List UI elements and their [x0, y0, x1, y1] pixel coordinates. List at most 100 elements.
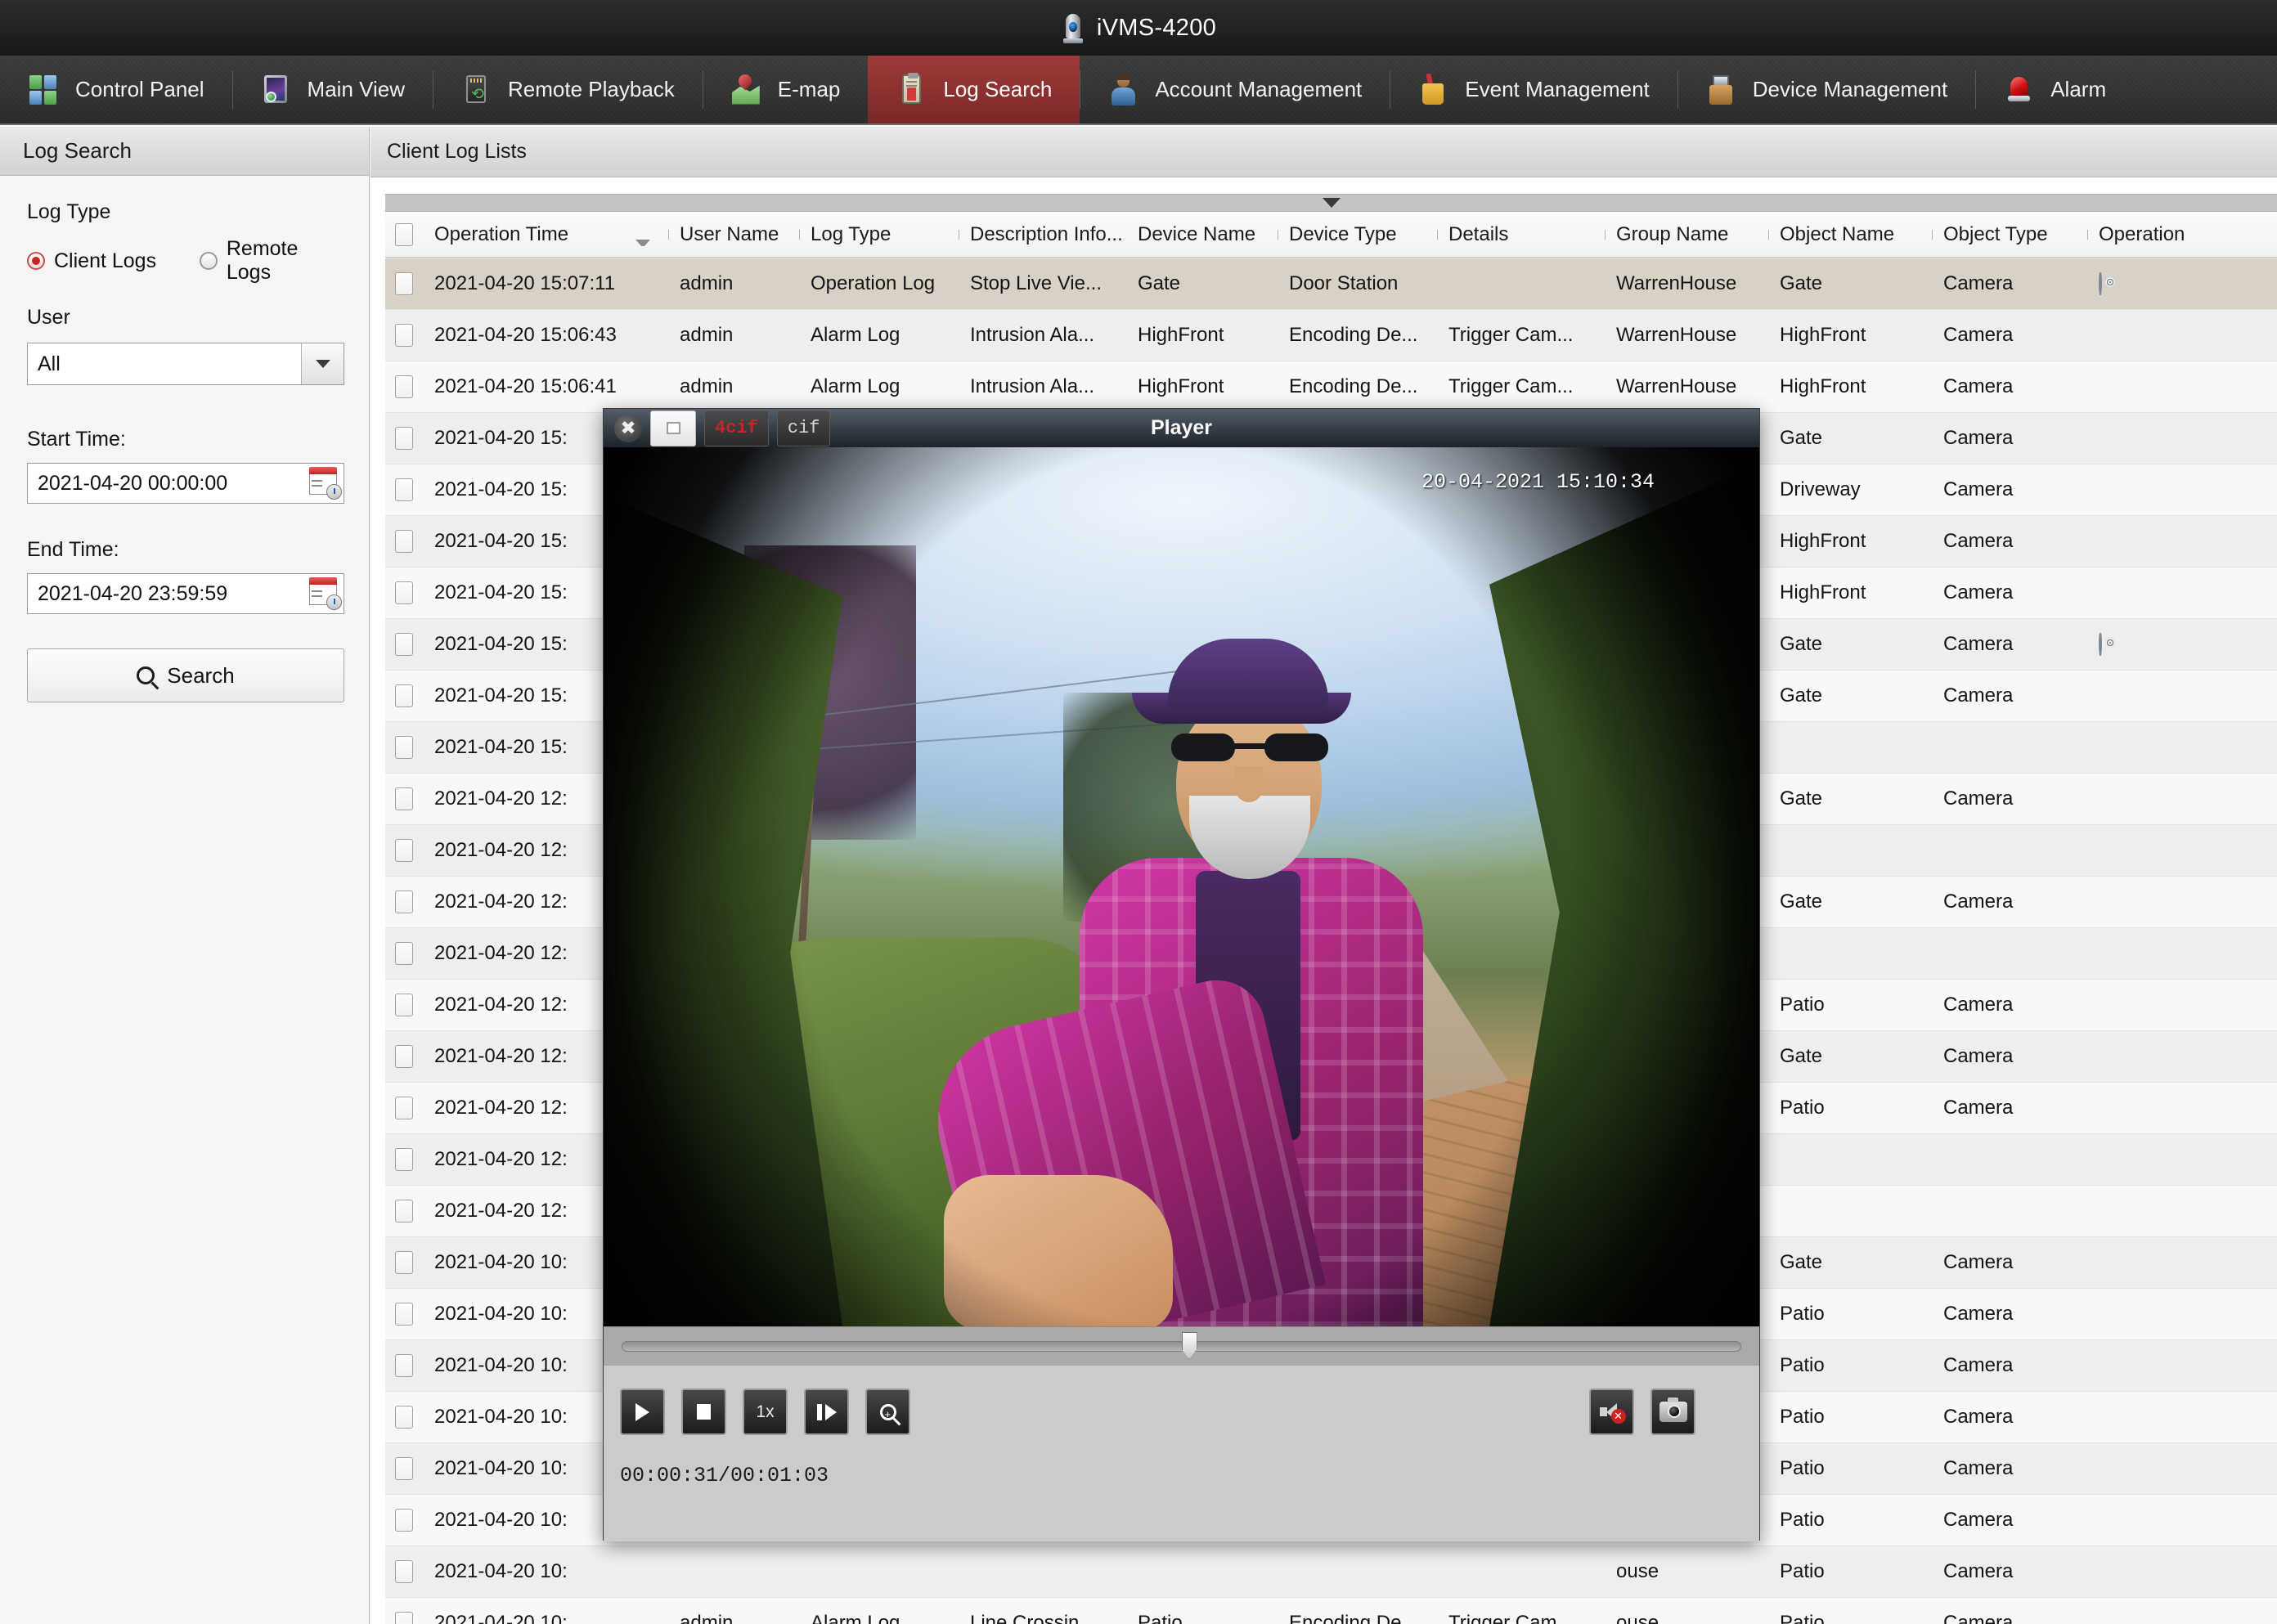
select-all-cell[interactable]: [385, 223, 423, 246]
row-checkbox[interactable]: [395, 891, 413, 913]
chevron-down-icon[interactable]: [1323, 198, 1341, 208]
row-checkbox[interactable]: [395, 839, 413, 862]
video-icon[interactable]: [2099, 633, 2102, 656]
row-checkbox[interactable]: [395, 1148, 413, 1171]
row-select-cell[interactable]: [385, 272, 423, 295]
row-checkbox[interactable]: [395, 633, 413, 656]
row-checkbox[interactable]: [395, 427, 413, 450]
end-time-input[interactable]: 2021-04-20 23:59:59: [27, 573, 344, 614]
menu-item-alarm[interactable]: Alarm: [1975, 56, 2134, 123]
row-checkbox[interactable]: [395, 1560, 413, 1583]
col-description[interactable]: Description Info...: [959, 223, 1126, 246]
row-select-cell[interactable]: [385, 1457, 423, 1480]
row-checkbox[interactable]: [395, 736, 413, 759]
close-icon[interactable]: ✖: [614, 415, 642, 442]
video-icon[interactable]: [2099, 272, 2102, 295]
speed-button[interactable]: 1x: [743, 1388, 788, 1435]
cell-operation[interactable]: [2087, 272, 2234, 295]
row-checkbox[interactable]: [395, 1612, 413, 1624]
snapshot-button[interactable]: [1650, 1388, 1695, 1435]
row-checkbox[interactable]: [395, 581, 413, 604]
col-details[interactable]: Details: [1437, 223, 1605, 246]
row-checkbox[interactable]: [395, 1303, 413, 1326]
row-checkbox[interactable]: [395, 530, 413, 553]
menu-item-log-search[interactable]: Log Search: [868, 56, 1080, 123]
digital-zoom-button[interactable]: +: [865, 1388, 910, 1435]
chevron-down-icon[interactable]: [301, 343, 344, 384]
stop-button[interactable]: [681, 1388, 726, 1435]
row-checkbox[interactable]: [395, 942, 413, 965]
cell-operation[interactable]: [2087, 633, 2234, 656]
audio-mute-button[interactable]: ✕: [1589, 1388, 1634, 1435]
row-select-cell[interactable]: [385, 478, 423, 501]
row-select-cell[interactable]: [385, 1560, 423, 1583]
row-select-cell[interactable]: [385, 839, 423, 862]
col-device-type[interactable]: Device Type: [1278, 223, 1437, 246]
col-operation-time[interactable]: Operation Time: [423, 223, 668, 246]
table-row[interactable]: 2021-04-20 10:ousePatioCamera: [385, 1546, 2277, 1598]
row-checkbox[interactable]: [395, 324, 413, 347]
row-select-cell[interactable]: [385, 1148, 423, 1171]
player-seekbar[interactable]: [604, 1326, 1759, 1366]
row-select-cell[interactable]: [385, 942, 423, 965]
col-group-name[interactable]: Group Name: [1605, 223, 1768, 246]
table-row[interactable]: 2021-04-20 10:adminAlarm LogLine Crossin…: [385, 1598, 2277, 1624]
row-checkbox[interactable]: [395, 684, 413, 707]
row-select-cell[interactable]: [385, 633, 423, 656]
search-button[interactable]: Search: [27, 648, 344, 702]
start-time-input[interactable]: 2021-04-20 00:00:00: [27, 463, 344, 504]
row-checkbox[interactable]: [395, 478, 413, 501]
row-checkbox[interactable]: [395, 994, 413, 1016]
player-video[interactable]: 20-04-2021 15:10:34: [604, 447, 1759, 1326]
row-select-cell[interactable]: [385, 787, 423, 810]
row-select-cell[interactable]: [385, 375, 423, 398]
col-operation[interactable]: Operation: [2087, 223, 2234, 246]
menu-item-event-management[interactable]: Event Management: [1390, 56, 1677, 123]
frame-step-button[interactable]: [804, 1388, 849, 1435]
row-select-cell[interactable]: [385, 891, 423, 913]
row-select-cell[interactable]: [385, 1406, 423, 1429]
row-checkbox[interactable]: [395, 787, 413, 810]
row-select-cell[interactable]: [385, 736, 423, 759]
table-row[interactable]: 2021-04-20 15:06:41adminAlarm LogIntrusi…: [385, 361, 2277, 413]
col-device-name[interactable]: Device Name: [1126, 223, 1278, 246]
column-chooser-bar[interactable]: [385, 194, 2277, 212]
row-select-cell[interactable]: [385, 1612, 423, 1624]
menu-item-account-management[interactable]: Account Management: [1080, 56, 1390, 123]
row-select-cell[interactable]: [385, 427, 423, 450]
row-select-cell[interactable]: [385, 1045, 423, 1068]
row-select-cell[interactable]: [385, 684, 423, 707]
menu-item-emap[interactable]: E-map: [703, 56, 869, 123]
table-row[interactable]: 2021-04-20 15:06:43adminAlarm LogIntrusi…: [385, 310, 2277, 361]
row-checkbox[interactable]: [395, 1097, 413, 1119]
row-select-cell[interactable]: [385, 530, 423, 553]
row-checkbox[interactable]: [395, 1354, 413, 1377]
player-window[interactable]: ✖ 4cif cif Player: [603, 408, 1760, 1541]
row-checkbox[interactable]: [395, 1251, 413, 1274]
row-checkbox[interactable]: [395, 1509, 413, 1532]
row-select-cell[interactable]: [385, 1509, 423, 1532]
calendar-icon[interactable]: [309, 467, 340, 498]
row-select-cell[interactable]: [385, 1200, 423, 1222]
row-select-cell[interactable]: [385, 324, 423, 347]
col-log-type[interactable]: Log Type: [799, 223, 959, 246]
row-checkbox[interactable]: [395, 1406, 413, 1429]
row-select-cell[interactable]: [385, 994, 423, 1016]
row-select-cell[interactable]: [385, 1354, 423, 1377]
seek-thumb[interactable]: [1182, 1332, 1197, 1359]
stream-button-main[interactable]: [650, 410, 696, 446]
stream-button-4cif[interactable]: 4cif: [704, 410, 769, 446]
radio-client-logs[interactable]: Client Logs: [27, 249, 200, 273]
radio-remote-logs[interactable]: Remote Logs: [200, 237, 342, 285]
row-checkbox[interactable]: [395, 272, 413, 295]
row-select-cell[interactable]: [385, 1097, 423, 1119]
row-select-cell[interactable]: [385, 1251, 423, 1274]
menu-item-remote-playback[interactable]: ⟲ Remote Playback: [433, 56, 703, 123]
menu-item-control-panel[interactable]: Control Panel: [0, 56, 232, 123]
row-select-cell[interactable]: [385, 1303, 423, 1326]
row-select-cell[interactable]: [385, 581, 423, 604]
table-row[interactable]: 2021-04-20 15:07:11adminOperation LogSto…: [385, 258, 2277, 310]
col-object-name[interactable]: Object Name: [1768, 223, 1932, 246]
play-button[interactable]: [620, 1388, 665, 1435]
menu-item-device-management[interactable]: Device Management: [1677, 56, 1975, 123]
